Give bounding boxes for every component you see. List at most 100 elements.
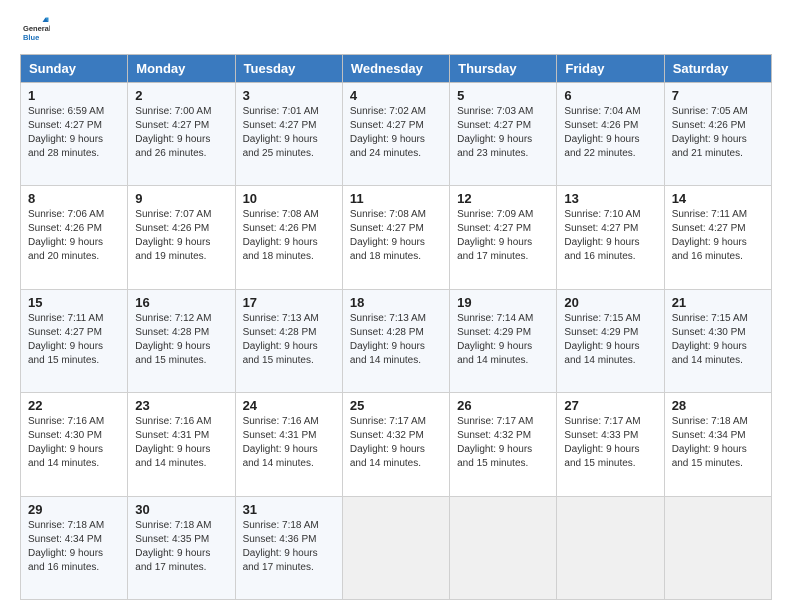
day-cell: 12 Sunrise: 7:09 AMSunset: 4:27 PMDaylig…: [450, 186, 557, 289]
header: General Blue: [20, 16, 772, 46]
day-number: 24: [243, 398, 335, 413]
day-info: Sunrise: 7:18 AMSunset: 4:35 PMDaylight:…: [135, 520, 211, 573]
day-info: Sunrise: 7:08 AMSunset: 4:26 PMDaylight:…: [243, 209, 319, 262]
day-info: Sunrise: 7:04 AMSunset: 4:26 PMDaylight:…: [564, 106, 640, 159]
day-number: 30: [135, 502, 227, 517]
day-info: Sunrise: 7:18 AMSunset: 4:34 PMDaylight:…: [28, 520, 104, 573]
day-cell: 26 Sunrise: 7:17 AMSunset: 4:32 PMDaylig…: [450, 393, 557, 496]
logo-icon: General Blue: [20, 16, 50, 46]
day-number: 4: [350, 88, 442, 103]
day-cell: 3 Sunrise: 7:01 AMSunset: 4:27 PMDayligh…: [235, 83, 342, 186]
day-number: 19: [457, 295, 549, 310]
day-number: 1: [28, 88, 120, 103]
day-cell: 22 Sunrise: 7:16 AMSunset: 4:30 PMDaylig…: [21, 393, 128, 496]
week-row-1: 1 Sunrise: 6:59 AMSunset: 4:27 PMDayligh…: [21, 83, 772, 186]
week-row-3: 15 Sunrise: 7:11 AMSunset: 4:27 PMDaylig…: [21, 289, 772, 392]
day-cell: 23 Sunrise: 7:16 AMSunset: 4:31 PMDaylig…: [128, 393, 235, 496]
day-number: 21: [672, 295, 764, 310]
day-info: Sunrise: 7:17 AMSunset: 4:32 PMDaylight:…: [350, 416, 426, 469]
day-number: 28: [672, 398, 764, 413]
calendar-table: SundayMondayTuesdayWednesdayThursdayFrid…: [20, 54, 772, 600]
day-cell: 1 Sunrise: 6:59 AMSunset: 4:27 PMDayligh…: [21, 83, 128, 186]
col-header-sunday: Sunday: [21, 55, 128, 83]
day-number: 16: [135, 295, 227, 310]
day-cell: 17 Sunrise: 7:13 AMSunset: 4:28 PMDaylig…: [235, 289, 342, 392]
col-header-monday: Monday: [128, 55, 235, 83]
day-info: Sunrise: 7:08 AMSunset: 4:27 PMDaylight:…: [350, 209, 426, 262]
day-cell: 13 Sunrise: 7:10 AMSunset: 4:27 PMDaylig…: [557, 186, 664, 289]
day-number: 29: [28, 502, 120, 517]
day-cell: 4 Sunrise: 7:02 AMSunset: 4:27 PMDayligh…: [342, 83, 449, 186]
day-info: Sunrise: 7:05 AMSunset: 4:26 PMDaylight:…: [672, 106, 748, 159]
day-cell: 28 Sunrise: 7:18 AMSunset: 4:34 PMDaylig…: [664, 393, 771, 496]
day-info: Sunrise: 7:03 AMSunset: 4:27 PMDaylight:…: [457, 106, 533, 159]
day-info: Sunrise: 7:10 AMSunset: 4:27 PMDaylight:…: [564, 209, 640, 262]
day-cell: 16 Sunrise: 7:12 AMSunset: 4:28 PMDaylig…: [128, 289, 235, 392]
week-row-4: 22 Sunrise: 7:16 AMSunset: 4:30 PMDaylig…: [21, 393, 772, 496]
day-info: Sunrise: 7:00 AMSunset: 4:27 PMDaylight:…: [135, 106, 211, 159]
day-cell: 7 Sunrise: 7:05 AMSunset: 4:26 PMDayligh…: [664, 83, 771, 186]
day-number: 7: [672, 88, 764, 103]
day-number: 27: [564, 398, 656, 413]
day-cell: 30 Sunrise: 7:18 AMSunset: 4:35 PMDaylig…: [128, 496, 235, 599]
day-cell: 9 Sunrise: 7:07 AMSunset: 4:26 PMDayligh…: [128, 186, 235, 289]
day-info: Sunrise: 7:02 AMSunset: 4:27 PMDaylight:…: [350, 106, 426, 159]
day-info: Sunrise: 7:06 AMSunset: 4:26 PMDaylight:…: [28, 209, 104, 262]
day-number: 23: [135, 398, 227, 413]
day-cell: 25 Sunrise: 7:17 AMSunset: 4:32 PMDaylig…: [342, 393, 449, 496]
day-cell: 2 Sunrise: 7:00 AMSunset: 4:27 PMDayligh…: [128, 83, 235, 186]
day-info: Sunrise: 7:16 AMSunset: 4:31 PMDaylight:…: [243, 416, 319, 469]
day-cell: 20 Sunrise: 7:15 AMSunset: 4:29 PMDaylig…: [557, 289, 664, 392]
col-header-saturday: Saturday: [664, 55, 771, 83]
day-number: 13: [564, 191, 656, 206]
day-number: 9: [135, 191, 227, 206]
col-header-friday: Friday: [557, 55, 664, 83]
day-cell: 8 Sunrise: 7:06 AMSunset: 4:26 PMDayligh…: [21, 186, 128, 289]
day-info: Sunrise: 7:13 AMSunset: 4:28 PMDaylight:…: [243, 313, 319, 366]
day-number: 20: [564, 295, 656, 310]
day-cell: 19 Sunrise: 7:14 AMSunset: 4:29 PMDaylig…: [450, 289, 557, 392]
day-number: 17: [243, 295, 335, 310]
day-info: Sunrise: 7:18 AMSunset: 4:34 PMDaylight:…: [672, 416, 748, 469]
svg-text:General: General: [23, 24, 50, 33]
day-cell: 5 Sunrise: 7:03 AMSunset: 4:27 PMDayligh…: [450, 83, 557, 186]
day-info: Sunrise: 7:17 AMSunset: 4:33 PMDaylight:…: [564, 416, 640, 469]
day-info: Sunrise: 6:59 AMSunset: 4:27 PMDaylight:…: [28, 106, 104, 159]
day-number: 10: [243, 191, 335, 206]
day-cell: [664, 496, 771, 599]
day-info: Sunrise: 7:17 AMSunset: 4:32 PMDaylight:…: [457, 416, 533, 469]
day-info: Sunrise: 7:07 AMSunset: 4:26 PMDaylight:…: [135, 209, 211, 262]
day-number: 26: [457, 398, 549, 413]
page: General Blue SundayMondayTuesdayWednesda…: [0, 0, 792, 612]
svg-text:Blue: Blue: [23, 33, 39, 42]
col-header-thursday: Thursday: [450, 55, 557, 83]
day-number: 15: [28, 295, 120, 310]
day-info: Sunrise: 7:11 AMSunset: 4:27 PMDaylight:…: [672, 209, 747, 262]
day-number: 12: [457, 191, 549, 206]
day-number: 14: [672, 191, 764, 206]
logo: General Blue: [20, 16, 54, 46]
day-number: 8: [28, 191, 120, 206]
day-info: Sunrise: 7:15 AMSunset: 4:30 PMDaylight:…: [672, 313, 748, 366]
day-number: 2: [135, 88, 227, 103]
day-number: 31: [243, 502, 335, 517]
day-number: 25: [350, 398, 442, 413]
col-header-tuesday: Tuesday: [235, 55, 342, 83]
day-cell: 24 Sunrise: 7:16 AMSunset: 4:31 PMDaylig…: [235, 393, 342, 496]
day-number: 22: [28, 398, 120, 413]
day-number: 3: [243, 88, 335, 103]
header-row: SundayMondayTuesdayWednesdayThursdayFrid…: [21, 55, 772, 83]
day-info: Sunrise: 7:14 AMSunset: 4:29 PMDaylight:…: [457, 313, 533, 366]
day-number: 11: [350, 191, 442, 206]
day-cell: 11 Sunrise: 7:08 AMSunset: 4:27 PMDaylig…: [342, 186, 449, 289]
day-cell: [450, 496, 557, 599]
day-info: Sunrise: 7:01 AMSunset: 4:27 PMDaylight:…: [243, 106, 319, 159]
day-info: Sunrise: 7:13 AMSunset: 4:28 PMDaylight:…: [350, 313, 426, 366]
day-cell: 6 Sunrise: 7:04 AMSunset: 4:26 PMDayligh…: [557, 83, 664, 186]
day-cell: 15 Sunrise: 7:11 AMSunset: 4:27 PMDaylig…: [21, 289, 128, 392]
week-row-5: 29 Sunrise: 7:18 AMSunset: 4:34 PMDaylig…: [21, 496, 772, 599]
day-cell: 29 Sunrise: 7:18 AMSunset: 4:34 PMDaylig…: [21, 496, 128, 599]
day-cell: [557, 496, 664, 599]
day-number: 18: [350, 295, 442, 310]
day-info: Sunrise: 7:09 AMSunset: 4:27 PMDaylight:…: [457, 209, 533, 262]
